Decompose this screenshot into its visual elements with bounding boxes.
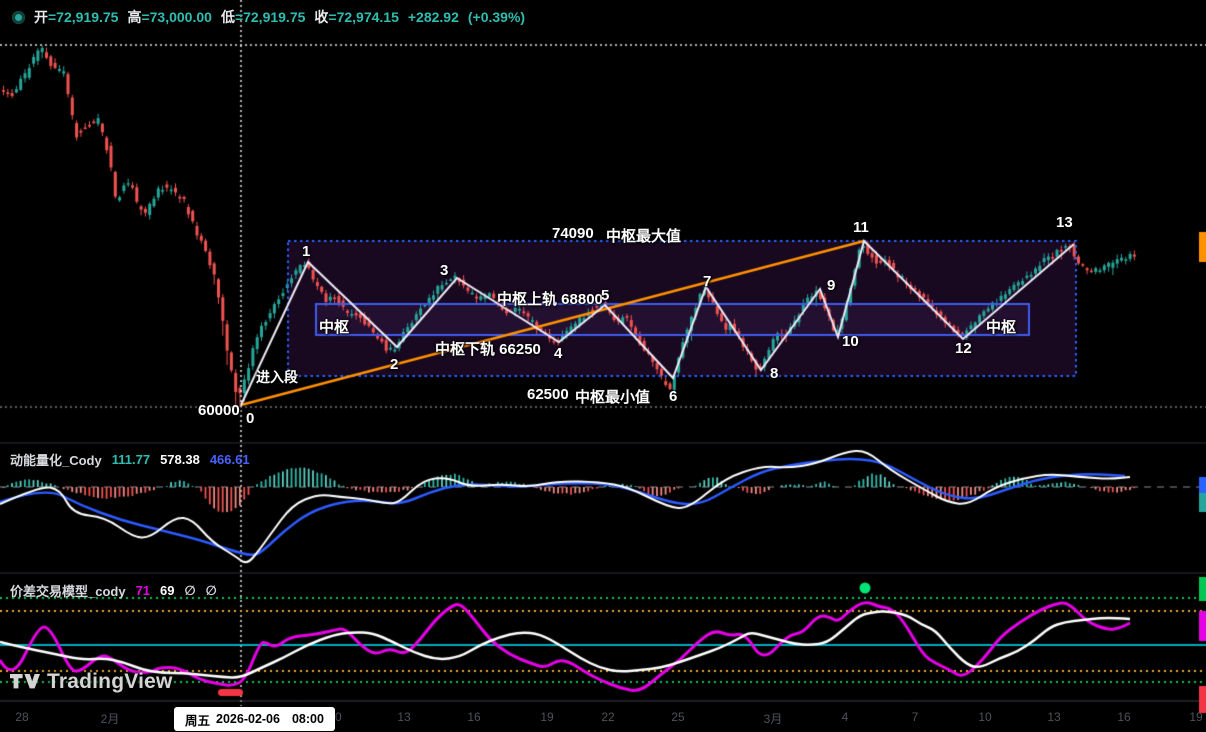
chart-annotation: 中枢下轨 66250	[435, 338, 541, 359]
pivot-label: 8	[770, 365, 778, 382]
ohlc-value: =72,919.75	[48, 9, 118, 25]
tooltip-date: 2026-02-06	[216, 712, 280, 726]
ohlc-label: 高	[127, 9, 141, 25]
pivot-label: 0	[246, 410, 254, 427]
pivot-label: 6	[669, 388, 677, 405]
pivot-label: 4	[554, 345, 562, 362]
time-axis-label: 4	[842, 710, 849, 724]
time-axis-label: 28	[15, 710, 28, 724]
crosshair-time-tooltip: 周五 2026-02-06 08:00	[174, 707, 335, 731]
indicator-title: 价差交易模型_cody	[10, 581, 126, 600]
ohlc-label: 低	[221, 9, 235, 25]
indicator-value: 578.38	[160, 452, 200, 467]
tradingview-logo-text: TradingView	[47, 670, 173, 694]
time-axis-label: 7	[912, 710, 919, 724]
pivot-label: 3	[440, 262, 448, 279]
pivot-label: 7	[703, 273, 711, 290]
indicator-value: ∅	[206, 583, 217, 599]
ohlc-item: 高=73,000.00	[127, 7, 211, 27]
ohlc-item: 收=72,974.15	[314, 7, 398, 27]
pivot-label: 1	[302, 243, 310, 260]
ohlc-change-percent: (+0.39%)	[468, 9, 525, 25]
time-axis-label: 2月	[101, 710, 120, 727]
pivot-label: 11	[853, 219, 869, 236]
time-axis-label: 22	[601, 710, 614, 724]
time-axis-label: 13	[397, 710, 410, 724]
tooltip-weekday: 周五	[185, 710, 210, 729]
pivot-label: 12	[955, 340, 972, 357]
chart-annotation: 进入段	[256, 367, 298, 387]
ohlc-value: =72,974.15	[328, 9, 398, 25]
ohlc-value: =72,919.75	[235, 9, 305, 25]
time-axis-label: 3月	[764, 710, 783, 727]
indicator-legend-spread-model[interactable]: 价差交易模型_cody 71 69 ∅ ∅	[10, 581, 217, 600]
ohlc-change: +282.92	[408, 9, 459, 25]
pivot-label: 9	[827, 277, 835, 294]
time-axis-label: 16	[467, 710, 480, 724]
indicator-value: 111.77	[112, 452, 150, 467]
ohlc-item: 低=72,919.75	[221, 7, 305, 27]
time-axis-label: 13	[1047, 710, 1060, 724]
chart-annotation: 中枢最小值	[575, 386, 650, 407]
indicator-value: 466.61	[210, 452, 250, 467]
indicator-title: 动能量化_Cody	[10, 450, 102, 469]
indicator-legend-momentum[interactable]: 动能量化_Cody 111.77 578.38 466.61	[10, 450, 250, 469]
ohlc-label: 收	[314, 9, 328, 25]
time-axis-label: 19	[540, 710, 553, 724]
tradingview-logo[interactable]: TradingView	[10, 669, 173, 694]
chart-annotation: 中枢上轨 68800	[497, 288, 603, 309]
chart-annotation: 中枢	[319, 316, 349, 337]
indicator-value: 71	[136, 583, 150, 598]
time-axis-label: 25	[671, 710, 684, 724]
pivot-label: 2	[390, 356, 398, 373]
instrument-status-dot-icon	[12, 11, 25, 24]
pivot-label: 5	[601, 287, 609, 304]
indicator-value: 69	[160, 583, 174, 598]
pivot-label: 13	[1056, 214, 1073, 231]
tooltip-time: 08:00	[292, 712, 324, 726]
time-axis-label: 16	[1117, 710, 1130, 724]
indicator-value: ∅	[185, 583, 196, 599]
chart-annotation: 62500	[527, 386, 569, 403]
ohlc-value: =73,000.00	[141, 9, 211, 25]
ohlc-item: 开=72,919.75	[34, 7, 118, 27]
chart-canvas[interactable]	[0, 0, 1206, 732]
chart-annotation: 74090	[552, 225, 594, 242]
tradingview-logo-icon	[10, 669, 40, 694]
tradingview-chart-window: 开=72,919.75高=73,000.00低=72,919.75收=72,97…	[0, 0, 1206, 732]
chart-annotation: 中枢	[986, 316, 1016, 337]
chart-annotation: 60000	[198, 402, 240, 419]
ohlc-legend[interactable]: 开=72,919.75高=73,000.00低=72,919.75收=72,97…	[12, 7, 525, 27]
time-axis-label: 19	[1189, 710, 1202, 724]
time-axis-label: 10	[978, 710, 991, 724]
pivot-label: 10	[842, 333, 859, 350]
ohlc-label: 开	[34, 9, 48, 25]
chart-annotation: 中枢最大值	[606, 225, 681, 246]
